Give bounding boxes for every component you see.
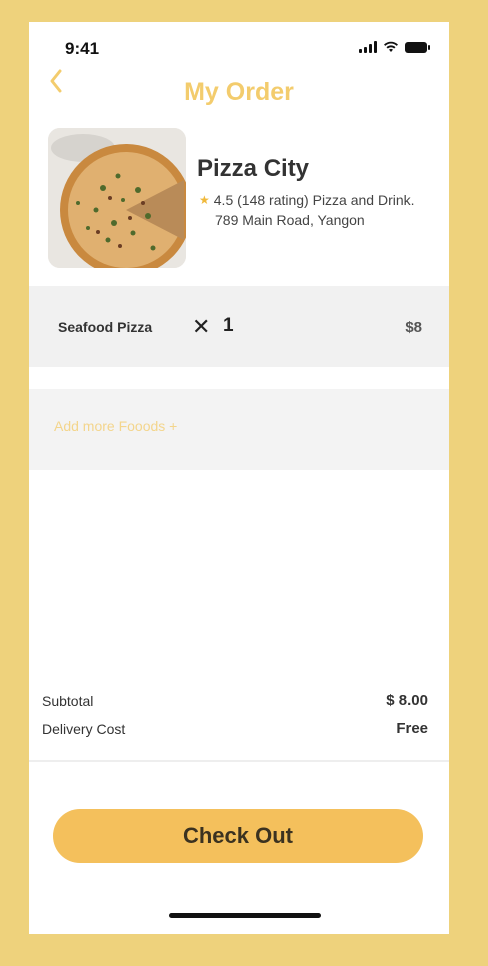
signal-icon: [359, 41, 377, 53]
order-item-name: Seafood Pizza: [58, 319, 153, 335]
status-time: 9:41: [65, 39, 100, 58]
delivery-value: Free: [396, 720, 428, 737]
page-title: My Order: [184, 78, 294, 106]
checkout-button[interactable]: Check Out: [53, 809, 423, 863]
order-item-quantity: 1: [223, 315, 234, 336]
star-icon: ★: [199, 193, 210, 207]
summary-divider: [29, 760, 449, 762]
status-bar: 9:41: [29, 22, 449, 72]
pizza-image: [48, 128, 186, 268]
order-item-row[interactable]: Seafood Pizza ✕ 1 $8: [29, 286, 449, 367]
wifi-icon: [384, 41, 398, 52]
phone-screen: 9:41 My Order Pizza City ★ 4.5 (148 rati…: [29, 22, 449, 934]
battery-icon: [405, 42, 430, 53]
status-icons: [359, 41, 430, 53]
subtotal-label: Subtotal: [42, 692, 94, 709]
multiply-icon: ✕: [192, 314, 211, 339]
home-indicator: [169, 913, 321, 918]
add-more-foods-link[interactable]: Add more Fooods +: [54, 418, 177, 434]
add-more-row: Add more Fooods +: [29, 389, 449, 470]
rating-text: 4.5 (148 rating) Pizza and Drink.: [213, 192, 415, 208]
order-item-price: $8: [405, 319, 422, 336]
delivery-label: Delivery Cost: [42, 720, 126, 737]
subtotal-value: $ 8.00: [386, 692, 428, 709]
restaurant-image: [48, 128, 186, 268]
restaurant-address: 789 Main Road, Yangon: [215, 212, 365, 228]
subtotal-row: Subtotal $ 8.00: [42, 692, 428, 709]
restaurant-name: Pizza City: [197, 155, 310, 182]
delivery-row: Delivery Cost Free: [42, 720, 428, 737]
rating-line: ★ 4.5 (148 rating) Pizza and Drink.: [199, 192, 415, 208]
